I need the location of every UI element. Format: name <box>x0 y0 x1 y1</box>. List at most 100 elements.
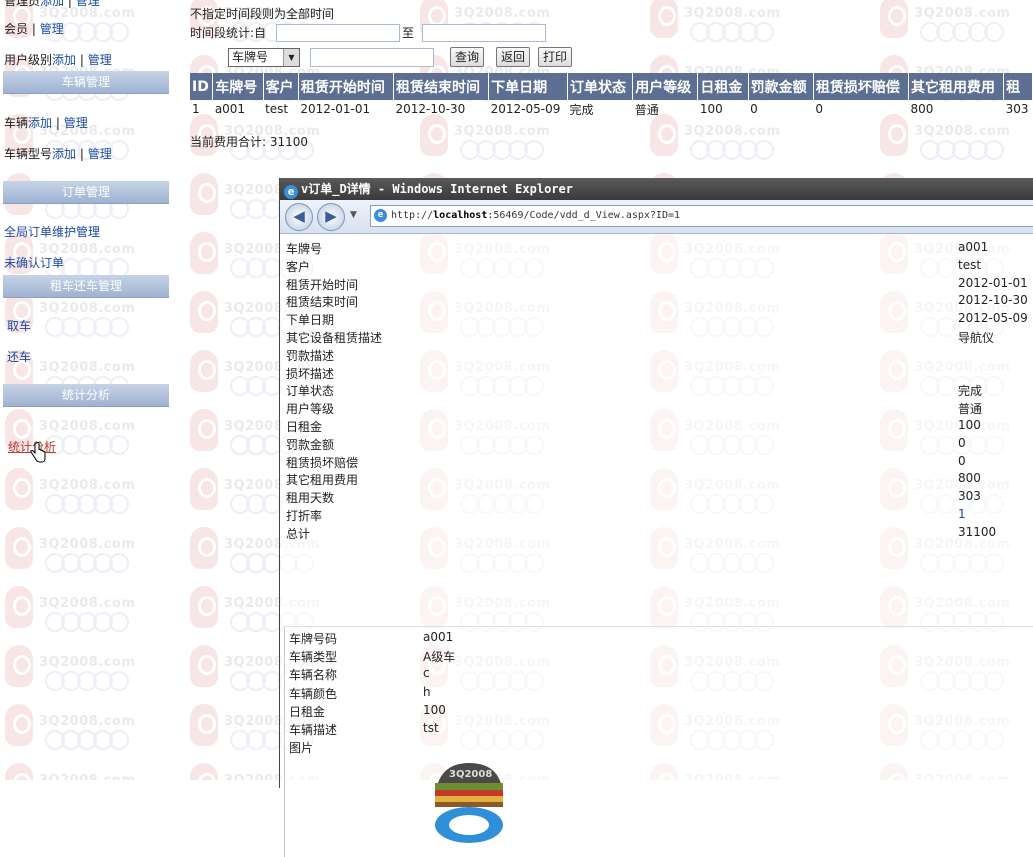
watermark-rings-icon <box>460 140 550 160</box>
table-cell: 800 <box>910 102 934 116</box>
search-input[interactable] <box>310 48 434 67</box>
detail-value: 100 <box>958 418 981 432</box>
watermark-tile: 3Q2008.com <box>5 645 155 695</box>
back-button[interactable]: 返回 <box>496 47 530 67</box>
table-cell: 303 <box>1005 102 1029 116</box>
watermark-logo-icon <box>190 350 218 392</box>
detail-label: 下单日期 <box>286 313 335 328</box>
sidebar: 管理员添加 | 管理 会员 | 管理 用户级别添加 | 管理 车辆管理 车辆添加… <box>0 0 170 470</box>
sidebar-user-level-add-link[interactable]: 添加 <box>52 53 76 67</box>
print-button[interactable]: 打印 <box>538 47 572 67</box>
detail-label: 用户等级 <box>286 402 335 417</box>
watermark-tile: 3Q2008.com <box>420 114 570 164</box>
detail-label: 罚款金额 <box>286 437 335 452</box>
sidebar-admin-manage-link[interactable]: 管理 <box>76 0 100 8</box>
vehicle-value: h <box>423 684 431 699</box>
sidebar-vehicle-type-manage-link[interactable]: 管理 <box>88 147 112 161</box>
watermark-logo-icon <box>5 586 33 628</box>
column-header[interactable]: 车牌号 <box>212 73 264 100</box>
page-icon: e <box>374 209 387 222</box>
detail-value: 导航仪 <box>958 331 995 345</box>
watermark-logo-icon <box>880 114 908 156</box>
watermark-tile: 3Q2008.com <box>5 763 155 780</box>
table-cell: 1 <box>192 102 200 116</box>
column-header[interactable]: 其它租用费用 <box>908 73 1005 100</box>
watermark-logo-icon <box>190 173 218 215</box>
column-header[interactable]: 日租金 <box>697 73 749 100</box>
order-detail-page: 3Q2008 车牌号码 a001 车辆类型 A级车 车辆名称 c 车辆颜色 h 日租金 100 车辆… <box>280 234 1033 857</box>
svg-text:3Q2008: 3Q2008 <box>449 769 492 780</box>
sidebar-vehicle-type-add-link[interactable]: 添加 <box>52 147 76 161</box>
watermark-rings-icon <box>45 612 135 632</box>
sidebar-user-level-manage-link[interactable]: 管理 <box>88 53 112 67</box>
watermark-text: 3Q2008.com <box>684 124 781 139</box>
watermark-text: 3Q2008.com <box>39 537 136 552</box>
detail-label: 打折率 <box>286 509 323 523</box>
watermark-logo-icon <box>190 645 218 687</box>
column-header[interactable]: ID <box>190 73 214 100</box>
sidebar-return-link[interactable]: 还车 <box>7 348 31 365</box>
section-header-vehicle: 车辆管理 <box>3 71 169 94</box>
watermark-logo-icon <box>5 527 33 569</box>
sidebar-vehicle-row: 车辆添加 | 管理 <box>4 114 88 131</box>
column-header[interactable]: 租赁开始时间 <box>298 73 394 100</box>
table-cell: 2012-05-09 <box>490 102 561 116</box>
watermark-tile: 3Q2008.com <box>5 586 155 636</box>
sidebar-admin-add-link[interactable]: 添加 <box>40 0 64 8</box>
forward-arrow-icon[interactable]: ▶ <box>317 203 345 231</box>
sidebar-vehicle-add-link[interactable]: 添加 <box>28 116 52 130</box>
url-rest: :56469/Code/vdd_d_View.aspx?ID=1 <box>487 210 680 221</box>
column-header[interactable]: 订单状态 <box>567 73 634 100</box>
orders-table: ID 车牌号 客户 租赁开始时间 租赁结束时间 下单日期 订单状态 用户等级 日租金 罚款金额 租赁… <box>190 73 1033 118</box>
window-title: v订单_D详情 - Windows Internet Explorer <box>301 182 573 196</box>
query-button[interactable]: 查询 <box>450 47 484 67</box>
watermark-text: 3Q2008.com <box>39 655 136 670</box>
sidebar-admin-label: 管理员 <box>4 0 41 8</box>
watermark-logo-icon <box>190 468 218 510</box>
column-header[interactable]: 下单日期 <box>488 73 568 100</box>
browser-toolbar: ◀ ▶ ▼ e http://localhost:56469/Code/vdd_… <box>280 200 1033 234</box>
table-cell: a001 <box>214 102 246 116</box>
start-date-input[interactable] <box>276 24 400 42</box>
sidebar-pickup-link[interactable]: 取车 <box>7 317 31 334</box>
sidebar-members-label: 会员 <box>4 22 29 36</box>
column-header[interactable]: 租赁结束时间 <box>393 73 490 100</box>
back-arrow-icon[interactable]: ◀ <box>285 203 313 231</box>
detail-label: 租赁开始时间 <box>286 277 359 292</box>
sidebar-vehicle-manage-link[interactable]: 管理 <box>64 116 88 130</box>
column-header[interactable]: 租 <box>1003 73 1033 100</box>
section-header-orders: 订单管理 <box>3 181 169 204</box>
column-header[interactable]: 客户 <box>263 73 299 100</box>
separator: | <box>76 147 88 161</box>
watermark-text: 3Q2008.com <box>454 124 551 139</box>
sidebar-global-orders-link[interactable]: 全局订单维护管理 <box>4 223 100 240</box>
detail-value: 普通 <box>958 402 983 417</box>
detail-label: 其它租用费用 <box>286 473 359 488</box>
history-dropdown-icon[interactable]: ▼ <box>350 210 357 220</box>
sidebar-members-manage-link[interactable]: 管理 <box>40 22 64 36</box>
detail-value: 1 <box>958 507 966 521</box>
section-header-rental: 租车还车管理 <box>3 275 169 298</box>
watermark-logo-icon <box>190 409 218 451</box>
to-label: 至 <box>402 26 415 40</box>
detail-label: 日租金 <box>286 420 323 434</box>
sidebar-unconfirmed-orders-link[interactable]: 未确认订单 <box>4 254 64 271</box>
table-cell: 普通 <box>634 102 659 117</box>
column-header[interactable]: 租赁损坏赔偿 <box>813 73 910 100</box>
sidebar-user-level-label: 用户级别 <box>4 53 53 67</box>
table-row: 1 a001 test 2012-01-01 2012-10-30 2012-05-09 完… <box>190 100 1033 118</box>
vehicle-label: 车牌号码 <box>289 632 338 646</box>
column-header[interactable]: 罚款金额 <box>748 73 814 100</box>
column-header[interactable]: 用户等级 <box>632 73 699 100</box>
window-titlebar: e v订单_D详情 - Windows Internet Explorer <box>280 178 1033 200</box>
vehicle-value: a001 <box>423 630 454 644</box>
detail-label: 总计 <box>286 526 311 541</box>
watermark-logo-icon <box>650 114 678 156</box>
address-bar[interactable]: e http://localhost:56469/Code/vdd_d_View… <box>370 205 1033 227</box>
field-select[interactable]: 车牌号 ▼ <box>228 48 300 67</box>
detail-value: 31100 <box>958 524 997 539</box>
watermark-text: 3Q2008.com <box>454 6 551 21</box>
separator: | <box>28 22 40 36</box>
detail-value: 800 <box>958 471 981 486</box>
end-date-input[interactable] <box>422 24 546 42</box>
